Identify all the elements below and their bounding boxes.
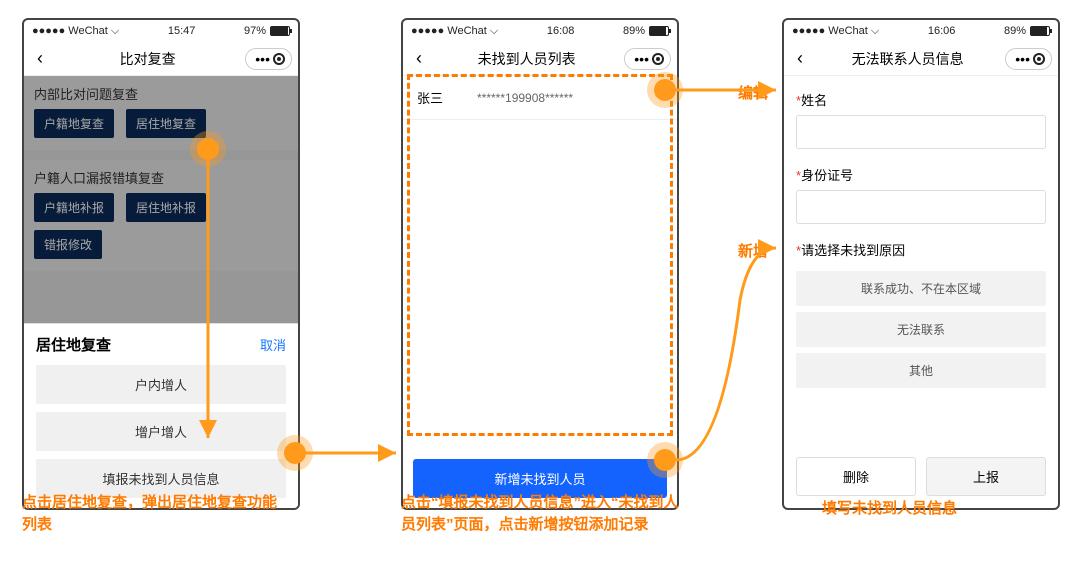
cancel-button[interactable]: 取消	[260, 335, 286, 354]
sheet-item-add-household[interactable]: 增户增人	[36, 412, 286, 451]
annotation-label-add: 新增	[738, 240, 768, 261]
annotation-hotspot	[654, 449, 676, 471]
sheet-title: 居住地复查	[36, 334, 111, 355]
reason-option-contacted[interactable]: 联系成功、不在本区域	[796, 271, 1046, 306]
battery-icon	[649, 26, 669, 36]
annotation-dashed-box	[407, 74, 673, 436]
clock-label: 16:06	[928, 25, 956, 37]
status-right: 97%	[244, 25, 290, 37]
name-label: *姓名	[796, 90, 1046, 109]
clock-label: 15:47	[168, 25, 196, 37]
status-bar: ●●●●● WeChat ⌵ 16:06 89%	[784, 20, 1058, 42]
status-right: 89%	[1004, 25, 1050, 37]
carrier-label: ●●●●● WeChat ⌵	[411, 25, 498, 38]
battery-pct: 89%	[623, 25, 645, 37]
mini-program-capsule[interactable]: •••	[1005, 48, 1052, 70]
status-bar: ●●●●● WeChat ⌵ 15:47 97%	[24, 20, 298, 42]
reason-option-other[interactable]: 其他	[796, 353, 1046, 388]
navbar: ‹ 无法联系人员信息 •••	[784, 42, 1058, 76]
battery-pct: 89%	[1004, 25, 1026, 37]
page-title: 比对复查	[50, 49, 245, 69]
name-input[interactable]	[796, 115, 1046, 149]
phone1-body: 内部比对问题复查 户籍地复查 居住地复查 户籍人口漏报错填复查 户籍地补报 居住…	[24, 76, 298, 508]
back-button[interactable]: ‹	[409, 49, 429, 69]
reason-label: *请选择未找到原因	[796, 240, 1046, 259]
status-bar: ●●●●● WeChat ⌵ 16:08 89%	[403, 20, 677, 42]
mini-program-capsule[interactable]: •••	[624, 48, 671, 70]
back-button[interactable]: ‹	[30, 49, 50, 69]
battery-icon	[270, 26, 290, 36]
battery-pct: 97%	[244, 25, 266, 37]
page-title: 无法联系人员信息	[810, 49, 1005, 69]
navbar: ‹ 未找到人员列表 •••	[403, 42, 677, 76]
more-icon[interactable]: •••	[252, 51, 273, 67]
id-label: *身份证号	[796, 165, 1046, 184]
phone3-body: *姓名 *身份证号 *请选择未找到原因 联系成功、不在本区域 无法联系 其他 删…	[784, 76, 1058, 508]
more-icon[interactable]: •••	[1012, 51, 1033, 67]
id-input[interactable]	[796, 190, 1046, 224]
navbar: ‹ 比对复查 •••	[24, 42, 298, 76]
annotation-hotspot	[654, 79, 676, 101]
phone-screen-3: ●●●●● WeChat ⌵ 16:06 89% ‹ 无法联系人员信息 ••• …	[782, 18, 1060, 510]
more-icon[interactable]: •••	[631, 51, 652, 67]
carrier-label: ●●●●● WeChat ⌵	[792, 25, 879, 38]
back-button[interactable]: ‹	[790, 49, 810, 69]
close-icon[interactable]	[1033, 53, 1045, 65]
status-right: 89%	[623, 25, 669, 37]
sheet-item-add-in-household[interactable]: 户内增人	[36, 365, 286, 404]
reason-option-unreachable[interactable]: 无法联系	[796, 312, 1046, 347]
carrier-label: ●●●●● WeChat ⌵	[32, 25, 119, 38]
battery-icon	[1030, 26, 1050, 36]
annotation-caption-1: 点击居住地复查，弹出居住地复查功能列表	[22, 492, 282, 536]
page-title: 未找到人员列表	[429, 49, 624, 69]
annotation-hotspot	[197, 138, 219, 160]
annotation-hotspot	[284, 442, 306, 464]
clock-label: 16:08	[547, 25, 575, 37]
close-icon[interactable]	[273, 53, 285, 65]
delete-button[interactable]: 删除	[796, 457, 916, 496]
submit-button[interactable]: 上报	[926, 457, 1046, 496]
mini-program-capsule[interactable]: •••	[245, 48, 292, 70]
phone-screen-1: ●●●●● WeChat ⌵ 15:47 97% ‹ 比对复查 ••• 内部比对…	[22, 18, 300, 510]
annotation-caption-2: 点击“填报未找到人员信息”进入“未找到人员列表”页面，点击新增按钮添加记录	[401, 492, 691, 536]
action-sheet: 居住地复查 取消 户内增人 增户增人 填报未找到人员信息	[24, 323, 298, 508]
annotation-label-edit: 编辑	[738, 82, 768, 103]
annotation-caption-3: 填写未找到人员信息	[822, 498, 957, 520]
close-icon[interactable]	[652, 53, 664, 65]
